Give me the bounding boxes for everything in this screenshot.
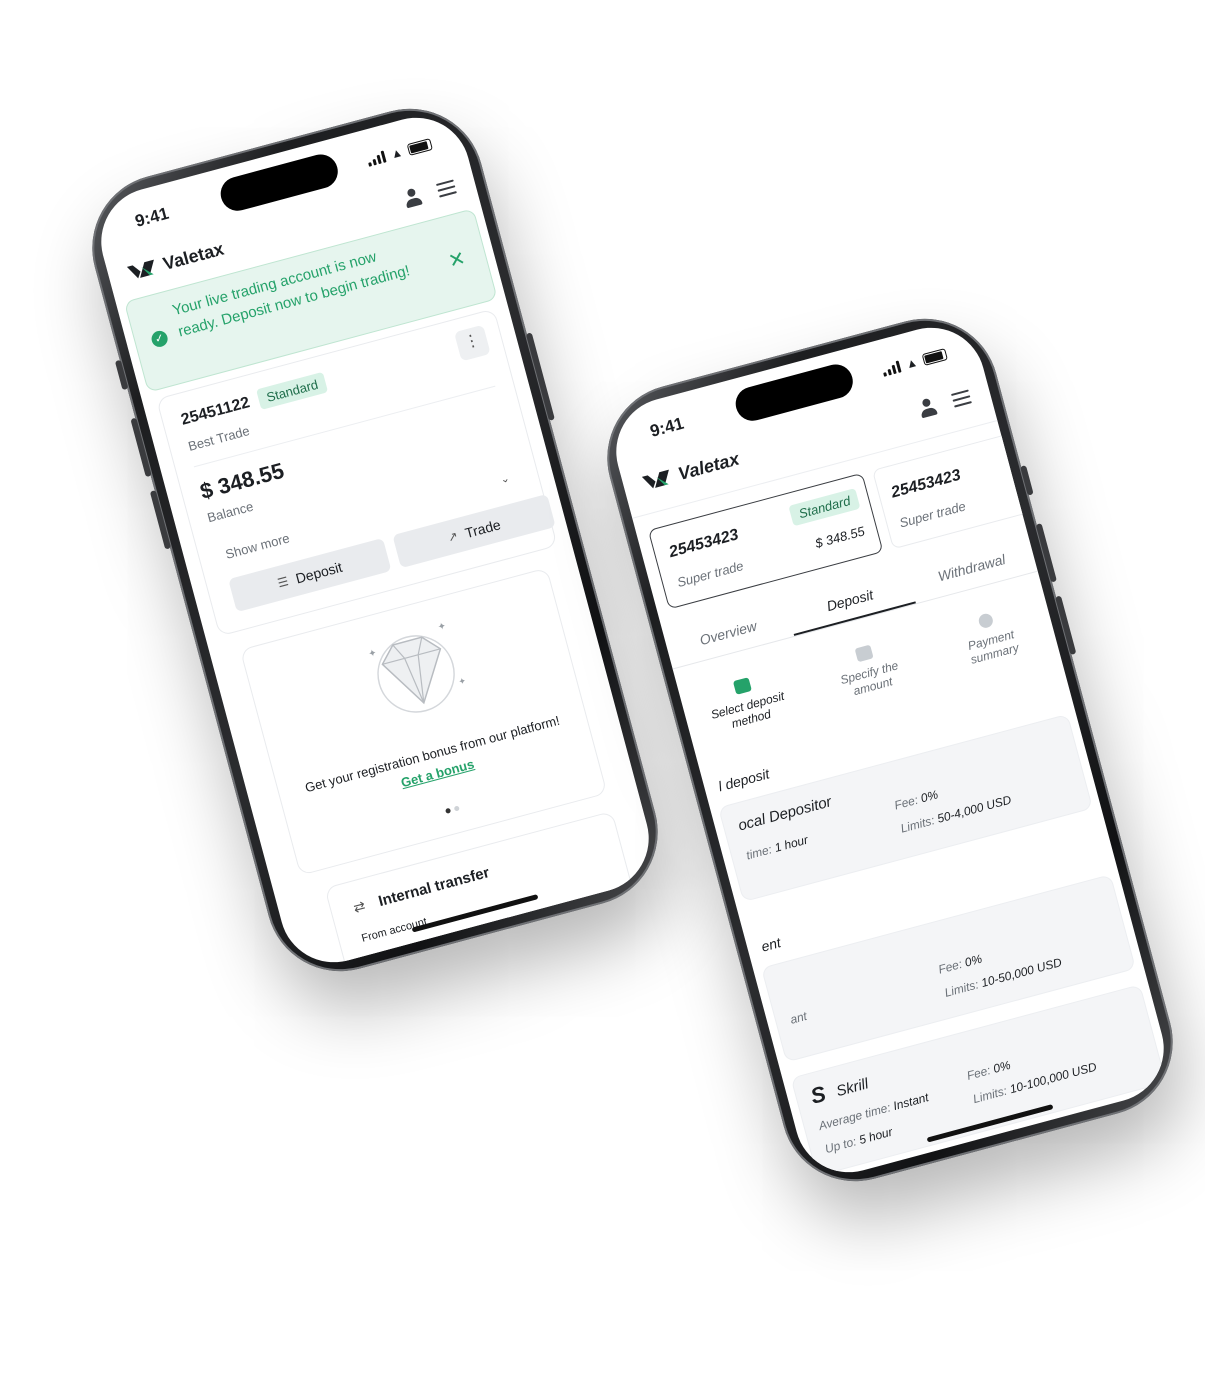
show-more-toggle[interactable]: Show more	[224, 530, 291, 562]
wifi-icon: ▲	[389, 144, 405, 162]
method-fee: Fee: 0%	[965, 1057, 1013, 1083]
method-fee: Fee: 0%	[892, 787, 940, 813]
section-title-deposit: l deposit	[716, 765, 772, 795]
trade-button[interactable]: ↗ Trade	[392, 493, 556, 569]
method-time: ant	[788, 1008, 809, 1027]
trend-up-icon: ↗	[446, 528, 460, 545]
signal-icon	[366, 150, 387, 167]
step-label: Payment summary	[966, 627, 1021, 667]
right-screen: 9:41 ▲ Valetax 25453423 Standard Super t…	[604, 315, 1176, 1185]
chevron-down-icon[interactable]: ⌄	[499, 471, 511, 486]
tab-overview[interactable]: Overview	[662, 597, 794, 668]
account-plan: Best Trade	[186, 423, 252, 454]
deposit-button-label: Deposit	[293, 558, 344, 587]
status-time: 9:41	[132, 203, 171, 231]
more-options-icon[interactable]: ⋮	[453, 324, 491, 362]
step-specify-amount: Specify the amount	[814, 634, 923, 706]
transfer-icon: ⇄	[351, 897, 367, 916]
method-time: time: 1 hour	[744, 832, 810, 863]
phone-left: 9:41 ▲ Valetax ✓ Your live trading accou…	[75, 92, 675, 988]
method-time: Average time: Instant	[817, 1090, 931, 1133]
account-number: 25453423	[889, 466, 963, 502]
valetax-logo-icon	[641, 469, 669, 489]
method-name: ocal Depositor	[736, 793, 834, 835]
account-type-badge: Standard	[788, 488, 861, 527]
check-circle-icon	[977, 612, 995, 630]
diamond-icon: ✦ ✦ ✦	[367, 621, 468, 713]
step-payment-summary: Payment summary	[936, 601, 1045, 673]
brand-name: Valetax	[675, 448, 742, 484]
menu-icon[interactable]	[435, 179, 457, 198]
promo-message: Get your registration bonus from our pla…	[303, 712, 562, 796]
promo-text: Get your registration bonus from our pla…	[297, 709, 574, 819]
battery-icon	[406, 138, 433, 156]
balance-label: Balance	[205, 498, 255, 526]
skrill-logo-icon: S	[807, 1080, 829, 1109]
account-plan: Super trade	[897, 498, 968, 531]
svg-text:✦: ✦	[457, 675, 467, 687]
transfer-title: Internal transfer	[376, 864, 492, 911]
tab-deposit[interactable]: Deposit	[783, 564, 916, 636]
step-label: Select deposit method	[709, 688, 786, 731]
account-selector-card[interactable]: 25453423 Super trade	[871, 433, 1031, 550]
account-number: 25453423	[667, 526, 741, 562]
method-fee: Fee: 0%	[936, 951, 984, 977]
check-circle-icon: ✓	[149, 329, 170, 349]
left-screen: 9:41 ▲ Valetax ✓ Your live trading accou…	[89, 105, 661, 975]
svg-text:✦: ✦	[437, 621, 448, 634]
wifi-icon: ▲	[904, 354, 920, 372]
tab-withdrawal[interactable]: Withdrawal	[906, 532, 1038, 603]
account-type-badge: Standard	[256, 371, 329, 410]
user-icon[interactable]	[918, 397, 938, 419]
signal-icon	[881, 360, 902, 377]
valetax-logo-icon	[126, 259, 154, 279]
account-balance: $ 348.55	[813, 523, 867, 552]
deposit-method-local-depositor[interactable]: ocal Depositor time: 1 hour Fee: 0% Limi…	[718, 713, 1094, 903]
step-select-method: Select deposit method	[692, 666, 801, 738]
method-name: Skrill	[834, 1075, 871, 1101]
svg-text:✦: ✦	[367, 648, 378, 661]
menu-icon[interactable]	[950, 389, 972, 408]
brand-name: Valetax	[160, 238, 226, 274]
user-icon[interactable]	[403, 187, 423, 209]
wallet-icon	[732, 677, 752, 695]
battery-icon	[921, 348, 948, 366]
step-label: Specify the amount	[838, 658, 900, 699]
section-title-payment: ent	[759, 934, 783, 955]
account-balance: $ 348.55	[197, 457, 287, 505]
coins-icon: ☰	[276, 574, 291, 591]
close-icon[interactable]: ✕	[446, 247, 468, 273]
status-time: 9:41	[647, 413, 686, 441]
carousel-dots[interactable]	[445, 805, 460, 814]
phone-right: 9:41 ▲ Valetax 25453423 Standard Super t…	[590, 302, 1190, 1198]
trade-button-label: Trade	[463, 516, 503, 542]
account-plan: Super trade	[675, 557, 746, 591]
cash-icon	[854, 644, 874, 663]
